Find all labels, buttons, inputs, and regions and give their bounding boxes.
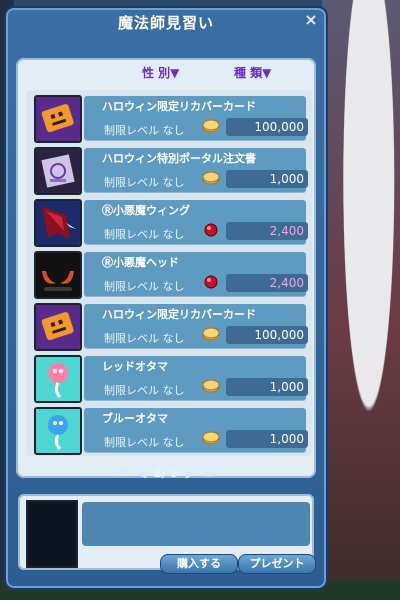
item-level-limit: 制限レベル なし [104,332,185,345]
item-info: レッドオタマ 制限レベル なし 1,000 [84,356,308,401]
scroll-icon [34,147,82,195]
pumpkin-card-icon [34,95,82,143]
coin-icon [202,170,220,185]
item-price: 2,400 [226,222,308,240]
coin-icon [202,118,220,133]
item-info: ハロウィン特別ポータル注文書 制限レベル なし 1,000 [84,148,308,193]
item-name: Ⓡ小悪魔ヘッド [102,256,179,269]
item-level-limit: 制限レベル なし [104,228,185,241]
item-level-limit: 制限レベル なし [104,384,185,397]
item-row[interactable]: ハロウィン限定リカバーカード 制限レベル なし 100,000 [30,92,310,143]
gender-filter[interactable]: 性 別▼ [142,64,179,81]
item-info: ハロウィン限定リカバーカード 制限レベル なし 100,000 [84,304,308,349]
devil-wing-icon [34,199,82,247]
coin-icon [202,378,220,393]
prev-page-icon[interactable]: ◀ [137,466,146,480]
item-row[interactable]: ブルーオタマ 制限レベル なし 1,000 [30,404,310,455]
item-price: 1,000 [226,378,308,396]
pagination: ⏮ ◀ 2/ 9 ▶ ⏭ [6,466,326,481]
item-level-limit: 制限レベル なし [104,124,185,137]
item-row[interactable]: Ⓡ小悪魔ヘッド 制限レベル なし 2,400 [30,248,310,299]
item-name: ハロウィン限定リカバーカード [102,308,256,321]
gem-icon [202,274,220,289]
item-price: 100,000 [226,326,308,344]
red-tadpole-icon [34,355,82,403]
item-info: Ⓡ小悪魔ウィング 制限レベル なし 2,400 [84,200,308,245]
page-indicator: 2/ 9 [153,466,179,480]
item-price: 1,000 [226,430,308,448]
buy-button[interactable]: 購入する [160,554,238,574]
item-name: Ⓡ小悪魔ウィング [102,204,190,217]
gem-icon [202,222,220,237]
next-page-icon[interactable]: ▶ [186,466,195,480]
item-row[interactable]: ハロウィン特別ポータル注文書 制限レベル なし 1,000 [30,144,310,195]
shop-window: 魔法師見習い × 性 別▼ 種 類▼ ハロウィン限定リカバーカード 制限レベル … [4,6,328,590]
kind-filter[interactable]: 種 類▼ [234,64,271,81]
item-level-limit: 制限レベル なし [104,280,185,293]
item-row[interactable]: レッドオタマ 制限レベル なし 1,000 [30,352,310,403]
item-info: Ⓡ小悪魔ヘッド 制限レベル なし 2,400 [84,252,308,297]
item-level-limit: 制限レベル なし [104,176,185,189]
item-preview [26,500,78,568]
item-price: 100,000 [226,118,308,136]
pumpkin-card-icon [34,303,82,351]
item-price: 2,400 [226,274,308,292]
item-row[interactable]: Ⓡ小悪魔ウィング 制限レベル なし 2,400 [30,196,310,247]
item-price: 1,000 [226,170,308,188]
devil-horns-icon [34,251,82,299]
item-row[interactable]: ハロウィン限定リカバーカード 制限レベル なし 100,000 [30,300,310,351]
background-scenery [322,0,400,600]
item-description [82,502,310,546]
item-name: ハロウィン限定リカバーカード [102,100,256,113]
blue-tadpole-icon [34,407,82,455]
coin-icon [202,326,220,341]
item-name: ハロウィン特別ポータル注文書 [102,152,256,165]
item-info: ブルーオタマ 制限レベル なし 1,000 [84,408,308,453]
item-level-limit: 制限レベル なし [104,436,185,449]
window-title: 魔法師見習い [117,14,214,32]
item-info: ハロウィン限定リカバーカード 制限レベル なし 100,000 [84,96,308,141]
close-icon[interactable]: × [302,11,320,29]
first-page-icon[interactable]: ⏮ [116,466,127,480]
last-page-icon[interactable]: ⏭ [205,466,216,480]
coin-icon [202,430,220,445]
item-name: レッドオタマ [102,360,168,373]
filter-bar: 性 別▼ 種 類▼ [6,64,326,82]
gift-button[interactable]: プレゼント [238,554,316,574]
item-name: ブルーオタマ [102,412,168,425]
